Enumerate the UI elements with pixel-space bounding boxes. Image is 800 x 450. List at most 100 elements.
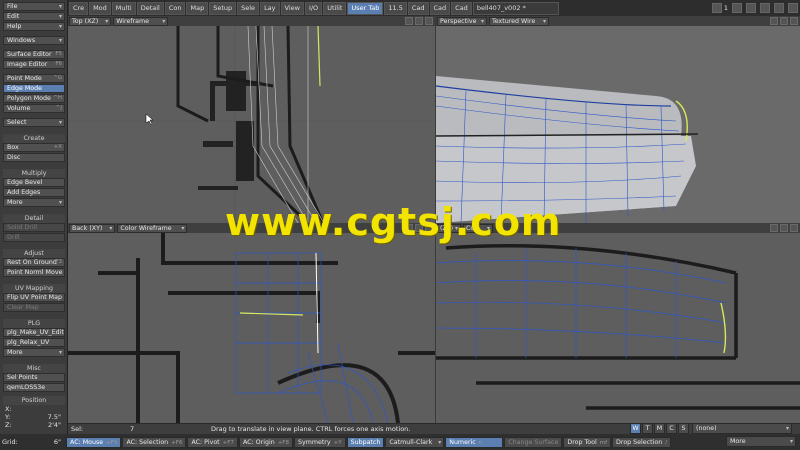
pan-icon[interactable] bbox=[415, 17, 423, 25]
tab-con-4[interactable]: Con bbox=[164, 1, 186, 15]
windows-menu[interactable]: Windows bbox=[3, 36, 65, 45]
zoom-icon[interactable] bbox=[425, 17, 433, 25]
plg-relax-uv-button[interactable]: plg_Relax_UV bbox=[3, 338, 65, 347]
viewport-back[interactable]: Back (XY) Color Wireframe bbox=[68, 223, 435, 423]
box-button[interactable]: Box +X bbox=[3, 143, 65, 152]
volume-button[interactable]: Volume ^J bbox=[3, 104, 65, 113]
surface-editor-button[interactable]: Surface Editor F5 bbox=[3, 50, 65, 59]
view-type-dropdown[interactable]: Perspective bbox=[437, 16, 487, 26]
vertex-map-dropdown[interactable]: (none) bbox=[692, 423, 792, 434]
layer-slot-icon[interactable] bbox=[774, 3, 784, 13]
layer-slot-icon[interactable] bbox=[788, 3, 798, 13]
position-x[interactable]: X: bbox=[5, 405, 63, 413]
change-surface-button[interactable]: Change Surface bbox=[504, 436, 563, 448]
position-z[interactable]: Z: 2'4" bbox=[5, 421, 63, 429]
create-header: Create bbox=[3, 134, 65, 143]
ac-origin-button[interactable]: AC: Origin +F8 bbox=[238, 436, 293, 448]
viewport-right[interactable]: (ZY) Colo bbox=[436, 223, 800, 423]
file-menu[interactable]: File bbox=[3, 2, 65, 11]
clear-map-button[interactable]: Clear Map bbox=[3, 303, 65, 312]
tab-lay-8[interactable]: Lay bbox=[260, 1, 280, 15]
bottom-more-menu[interactable]: More bbox=[726, 436, 796, 447]
maximize-icon[interactable] bbox=[405, 17, 413, 25]
top-tab-bar: Cre Mod Multi Detail Con Map Setup Sele Lay View I… bbox=[68, 0, 800, 16]
tab-user-tab-12[interactable]: User Tab bbox=[347, 1, 384, 15]
tab-utilit-11[interactable]: Utilit bbox=[323, 1, 347, 15]
weight-map-toggle[interactable]: W bbox=[630, 423, 641, 434]
layer-slot-icon[interactable] bbox=[732, 3, 742, 13]
position-y[interactable]: Y: 7.5" bbox=[5, 413, 63, 421]
layer-slot-icon[interactable] bbox=[760, 3, 770, 13]
qemloss-button[interactable]: qemLOSS3e bbox=[3, 383, 65, 392]
misc-header: Misc bbox=[3, 364, 65, 373]
plg-more-menu[interactable]: More bbox=[3, 348, 65, 357]
tab-detail-3[interactable]: Detail bbox=[136, 1, 164, 15]
ac-selection-button[interactable]: AC: Selection +F6 bbox=[122, 436, 187, 448]
viewport-perspective[interactable]: Perspective Textured Wire bbox=[436, 16, 800, 223]
tab-i-o-10[interactable]: I/O bbox=[304, 1, 323, 15]
render-mode-dropdown[interactable]: Wireframe bbox=[113, 16, 169, 26]
tab-map-5[interactable]: Map bbox=[186, 1, 209, 15]
detail-header: Detail bbox=[3, 214, 65, 223]
add-edges-button[interactable]: Add Edges bbox=[3, 188, 65, 197]
polygon-mode-button[interactable]: Polygon Mode ^H bbox=[3, 94, 65, 103]
numeric-button[interactable]: Numeric n bbox=[445, 436, 504, 448]
render-mode-dropdown[interactable]: Textured Wire bbox=[489, 16, 549, 26]
color-map-toggle[interactable]: C bbox=[666, 423, 677, 434]
help-menu[interactable]: Help bbox=[3, 22, 65, 31]
solid-drill-button[interactable]: Solid Drill bbox=[3, 223, 65, 232]
symmetry-button[interactable]: Symmetry +Y bbox=[293, 436, 346, 448]
zoom-icon[interactable] bbox=[790, 224, 798, 232]
rest-on-ground-button[interactable]: Rest On Ground F3 bbox=[3, 258, 65, 267]
view-type-dropdown[interactable]: Top (XZ) bbox=[69, 16, 112, 26]
tab-11-5-13[interactable]: 11.5 bbox=[384, 1, 407, 15]
image-editor-button[interactable]: Image Editor F6 bbox=[3, 60, 65, 69]
tab-cad-15[interactable]: Cad bbox=[429, 1, 451, 15]
maximize-icon[interactable] bbox=[770, 17, 778, 25]
tab-cad-14[interactable]: Cad bbox=[407, 1, 429, 15]
subpatch-button[interactable]: Subpatch bbox=[346, 436, 385, 448]
zoom-icon[interactable] bbox=[790, 17, 798, 25]
ac-mouse-button[interactable]: AC: Mouse +F5 bbox=[66, 436, 122, 448]
plg-header: PLG bbox=[3, 319, 65, 328]
pan-icon[interactable] bbox=[780, 17, 788, 25]
drill-button[interactable]: Drill bbox=[3, 233, 65, 242]
plg-make-uv-edit-button[interactable]: plg_Make_UV_Edit bbox=[3, 328, 65, 337]
prev-layer-icon[interactable] bbox=[711, 3, 722, 13]
tab-cre-0[interactable]: Cre bbox=[69, 1, 89, 15]
tab-mod-1[interactable]: Mod bbox=[89, 1, 111, 15]
right-view-wireframe bbox=[436, 233, 800, 423]
layer-slot-icon[interactable] bbox=[746, 3, 756, 13]
selection-set-toggle[interactable]: S bbox=[678, 423, 689, 434]
drop-tool-button[interactable]: Drop Tool mf bbox=[563, 436, 612, 448]
tab-multi-2[interactable]: Multi bbox=[111, 1, 136, 15]
disc-button[interactable]: Disc bbox=[3, 153, 65, 162]
layer-number: 1 bbox=[723, 4, 728, 12]
point-norml-move-button[interactable]: Point Norml Move bbox=[3, 268, 65, 277]
modeler-window: Cre Mod Multi Detail Con Map Setup Sele Lay View I… bbox=[0, 0, 800, 450]
document-dropdown[interactable]: bell407_v002 * bbox=[472, 1, 559, 15]
tab-sele-7[interactable]: Sele bbox=[237, 1, 260, 15]
edge-mode-button[interactable]: Edge Mode bbox=[3, 84, 65, 93]
point-mode-button[interactable]: Point Mode ^G bbox=[3, 74, 65, 83]
ac-pivot-button[interactable]: AC: Pivot +F7 bbox=[187, 436, 238, 448]
morph-map-toggle[interactable]: M bbox=[654, 423, 665, 434]
tab-setup-6[interactable]: Setup bbox=[209, 1, 237, 15]
render-mode-dropdown[interactable]: Color Wireframe bbox=[117, 223, 188, 233]
maximize-icon[interactable] bbox=[770, 224, 778, 232]
layer-controls: 1 bbox=[710, 3, 800, 13]
texture-map-toggle[interactable]: T bbox=[642, 423, 653, 434]
drop-selection-button[interactable]: Drop Selection / bbox=[612, 436, 672, 448]
subpatch-type-dropdown[interactable]: Catmull-Clark bbox=[385, 436, 445, 448]
viewport-top[interactable]: Top (XZ) Wireframe bbox=[68, 16, 435, 223]
tab-view-9[interactable]: View bbox=[280, 1, 304, 15]
select-menu[interactable]: Select bbox=[3, 118, 65, 127]
view-type-dropdown[interactable]: Back (XY) bbox=[69, 223, 116, 233]
tab-cad-16[interactable]: Cad bbox=[451, 1, 472, 15]
sel-points-button[interactable]: Sel Points bbox=[3, 373, 65, 382]
edit-menu[interactable]: Edit bbox=[3, 12, 65, 21]
multiply-more-menu[interactable]: More bbox=[3, 198, 65, 207]
flip-uv-button[interactable]: Flip UV Point Map bbox=[3, 293, 65, 302]
edge-bevel-button[interactable]: Edge Bevel bbox=[3, 178, 65, 187]
pan-icon[interactable] bbox=[780, 224, 788, 232]
